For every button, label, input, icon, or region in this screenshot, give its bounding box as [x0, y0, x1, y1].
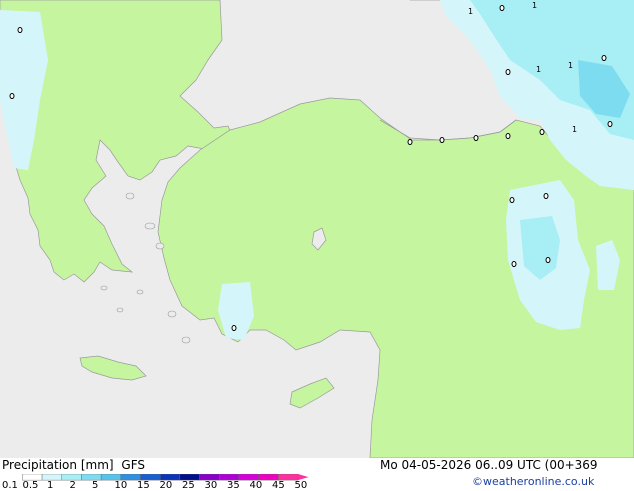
credit-link[interactable]: ©weatheronline.co.uk: [472, 475, 594, 489]
valid-time: Mo 04-05-2026 06..09 UTC (00+369: [380, 458, 598, 472]
amount-label: 1: [468, 7, 473, 16]
precipitation-map: 1 1 1 1 1: [0, 0, 634, 458]
product-label: Precipitation [mm]: [2, 458, 114, 472]
amount-label: 1: [568, 61, 573, 70]
model-label: GFS: [121, 458, 145, 472]
amount-label: 1: [572, 125, 577, 134]
amount-label: 1: [536, 65, 541, 74]
amount-label: 1: [532, 1, 537, 10]
